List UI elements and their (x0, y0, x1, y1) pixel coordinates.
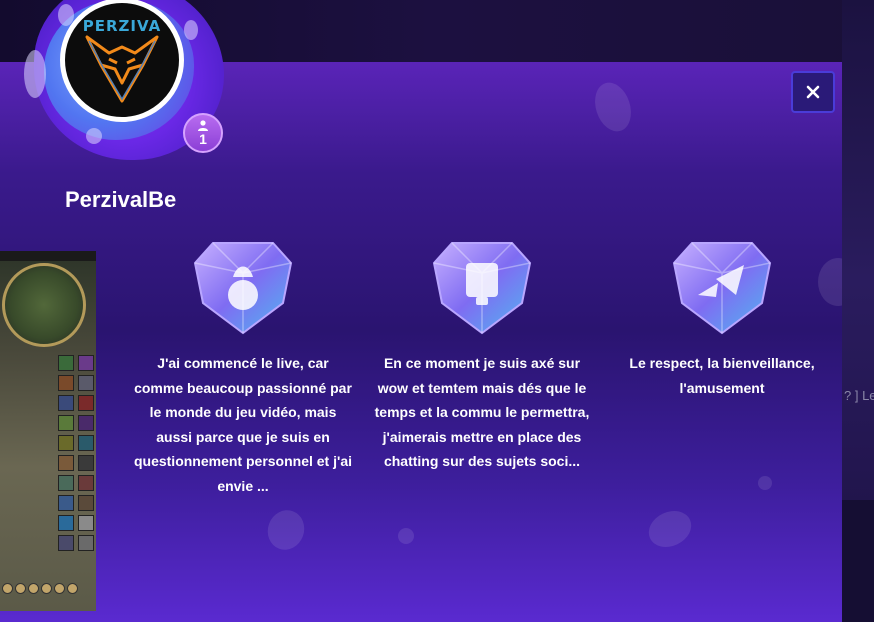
card-3-text: Le respect, la bienveillance, l'amusemen… (629, 355, 815, 396)
follower-count: 1 (199, 131, 207, 147)
decor-blob (589, 77, 637, 137)
info-card-1: J'ai commencé le live, car comme beaucou… (132, 233, 354, 498)
avatar-bubble (24, 50, 46, 98)
profile-username: PerzivalBe (65, 187, 177, 212)
close-icon (806, 85, 820, 99)
card-2-text: En ce moment je suis axé sur wow et temt… (374, 355, 590, 469)
avatar-bubble (184, 20, 198, 40)
play-icon (672, 242, 772, 335)
follower-badge: 1 (183, 113, 223, 153)
decor-blob (398, 528, 414, 544)
background-right-text: ? ] Le (844, 388, 874, 403)
decor-blob (642, 504, 698, 554)
decor-blob (262, 505, 310, 555)
close-button[interactable] (791, 71, 835, 113)
stream-thumbnail[interactable] (0, 251, 96, 611)
minimap-image (2, 263, 86, 347)
fox-logo-icon (85, 35, 159, 103)
display-icon (432, 242, 532, 335)
rocket-icon (193, 242, 293, 335)
card-1-text: J'ai commencé le live, car comme beaucou… (133, 355, 353, 494)
user-icon (198, 120, 208, 131)
thumbnail-topbar (0, 251, 96, 261)
thumbnail-bottom-bar (2, 581, 96, 599)
decor-blob (758, 476, 772, 490)
avatar-bubble (86, 128, 102, 144)
info-card-3: Le respect, la bienveillance, l'amusemen… (611, 233, 833, 400)
avatar[interactable]: PERZIVA (60, 0, 184, 122)
info-card-2: En ce moment je suis axé sur wow et temt… (371, 233, 593, 474)
thumbnail-action-icons (56, 353, 96, 583)
background-right-bottom (842, 500, 874, 622)
